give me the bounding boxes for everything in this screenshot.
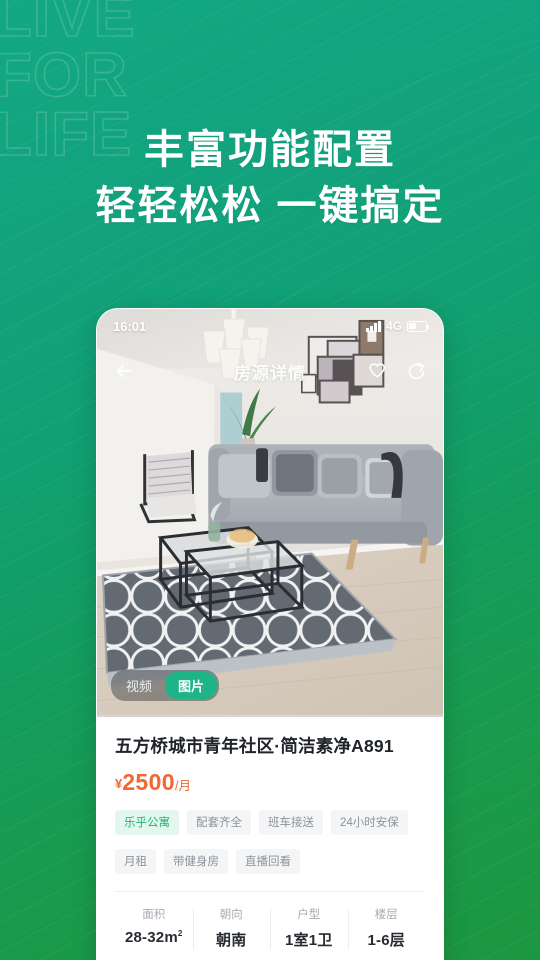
watermark-line-2: FOR — [0, 40, 128, 110]
back-arrow-icon[interactable] — [111, 358, 137, 384]
spec-table: 面积 28-32m2 朝向 朝南 户型 1室1卫 楼层 1-6层 — [115, 890, 426, 956]
tab-video[interactable]: 视频 — [113, 672, 165, 699]
promo-headline: 丰富功能配置 轻轻松松 一键搞定 — [0, 122, 540, 234]
tag-row-1: 乐乎公寓 配套齐全 班车接送 24小时安保 — [115, 809, 425, 835]
spec-label: 楼层 — [374, 908, 398, 921]
spec-label: 面积 — [142, 908, 166, 921]
listing-title: 五方桥城市青年社区·简洁素净A891 — [115, 736, 394, 756]
spec-floor: 楼层 1-6层 — [347, 904, 426, 956]
price-unit: /月 — [175, 778, 191, 793]
status-time: 16:01 — [113, 318, 147, 334]
tag-brand[interactable]: 乐乎公寓 — [115, 809, 179, 835]
spec-area: 面积 28-32m2 — [115, 904, 193, 956]
listing-info-card: 五方桥城市青年社区·简洁素净A891 ¥2500/月 乐乎公寓 配套齐全 班车接… — [97, 717, 443, 960]
nav-bar: 房源详情 — [97, 351, 443, 391]
headline-line-2: 轻轻松松 一键搞定 — [95, 184, 445, 228]
spec-value: 28-32m2 — [124, 928, 183, 946]
tag-item[interactable]: 班车接送 — [259, 809, 323, 835]
tag-item[interactable]: 配套齐全 — [187, 809, 251, 835]
share-icon[interactable] — [403, 358, 429, 384]
headline-line-1: 丰富功能配置 — [144, 128, 396, 172]
tab-image[interactable]: 图片 — [165, 672, 218, 699]
watermark-line-1: LIVE — [0, 0, 136, 50]
tag-item[interactable]: 直播回看 — [236, 848, 300, 874]
network-type-label: 4G — [385, 319, 402, 333]
tag-item[interactable]: 月租 — [115, 848, 156, 874]
spec-layout: 户型 1室1卫 — [270, 904, 348, 956]
listing-price: ¥2500/月 — [115, 769, 425, 796]
status-bar: 16:01 4G — [97, 309, 443, 343]
listing-hero: 16:01 4G 房源详情 视频 图片 — [97, 309, 443, 717]
signal-bars-icon — [366, 320, 381, 332]
spec-value: 朝南 — [216, 931, 247, 949]
spec-value: 1室1卫 — [285, 931, 333, 949]
price-amount: 2500 — [122, 768, 176, 795]
spec-label: 户型 — [297, 908, 321, 921]
phone-mockup: 16:01 4G 房源详情 视频 图片 五方桥城市青年社区·简洁素净A891 ¥… — [96, 308, 444, 960]
media-type-tabs: 视频 图片 — [111, 670, 220, 701]
tag-item[interactable]: 24小时安保 — [331, 809, 408, 835]
battery-icon — [407, 320, 429, 332]
spec-value: 1-6层 — [367, 931, 405, 949]
tag-item[interactable]: 带健身房 — [164, 848, 228, 874]
heart-icon[interactable] — [363, 358, 389, 384]
spec-orientation: 朝向 朝南 — [192, 904, 271, 956]
spec-superscript: 2 — [177, 928, 183, 938]
tag-row-2: 月租 带健身房 直播回看 — [115, 848, 425, 874]
spec-label: 朝向 — [219, 908, 243, 921]
